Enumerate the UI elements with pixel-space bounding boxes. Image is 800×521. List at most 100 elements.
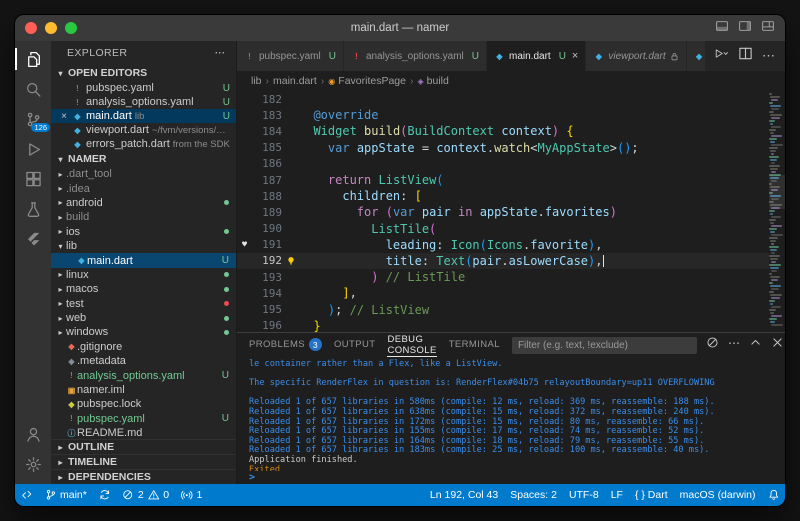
- tree-item[interactable]: !pubspec.yamlU: [51, 412, 236, 426]
- tree-item[interactable]: ◆main.dartU: [51, 253, 236, 267]
- panel-tab-debug-console[interactable]: DEBUG CONSOLE: [387, 333, 436, 357]
- close-editor-button[interactable]: ×: [59, 111, 69, 122]
- code-line-182[interactable]: 182: [237, 91, 769, 107]
- status-encoding[interactable]: UTF-8: [563, 484, 605, 506]
- code-line-193[interactable]: 193 ) // ListTile: [237, 269, 769, 285]
- activity-source-control[interactable]: 126: [15, 104, 51, 134]
- open-editor-row[interactable]: ×◆main.dartlibU: [51, 109, 236, 123]
- status-problems[interactable]: 20: [116, 484, 175, 506]
- zoom-window-button[interactable]: [65, 22, 77, 34]
- tree-item[interactable]: ▸test: [51, 297, 236, 311]
- section-outline[interactable]: ▸OUTLINE: [51, 439, 236, 454]
- activity-search[interactable]: [15, 74, 51, 104]
- code-line-192[interactable]: 192 title: Text(pair.asLowerCase),: [237, 253, 769, 269]
- views-and-more-actions-button[interactable]: ⋯: [215, 47, 227, 59]
- activity-testing[interactable]: [15, 194, 51, 224]
- activity-explorer[interactable]: [15, 44, 51, 74]
- open-editor-row[interactable]: ◆viewport.dart~/fvm/versions/stable/pack…: [51, 123, 236, 137]
- tree-item[interactable]: ▸build: [51, 210, 236, 224]
- tree-item[interactable]: ▸macos: [51, 282, 236, 296]
- breadcrumb-FavoritesPage[interactable]: ◉FavoritesPage: [328, 75, 406, 87]
- code-line-191[interactable]: ♥191 leading: Icon(Icons.favorite),: [237, 237, 769, 253]
- more-actions-button[interactable]: ⋯: [762, 48, 776, 64]
- tree-item[interactable]: ▸android: [51, 196, 236, 210]
- console-filter-input[interactable]: [512, 337, 697, 354]
- titlebar-toggle-secondary-sidebar-button[interactable]: [738, 19, 752, 38]
- activity-accounts[interactable]: [15, 419, 51, 449]
- minimize-window-button[interactable]: [45, 22, 57, 34]
- activity-run-debug[interactable]: [15, 134, 51, 164]
- tab-main.dart[interactable]: ◆main.dartU×: [487, 41, 586, 71]
- tree-item[interactable]: ◈.metadata: [51, 354, 236, 368]
- tree-item[interactable]: ▸web: [51, 311, 236, 325]
- tree-item[interactable]: ▸.idea: [51, 181, 236, 195]
- minimap[interactable]: [769, 91, 785, 332]
- project-header[interactable]: ▾ NAMER: [51, 151, 236, 167]
- code-line-188[interactable]: 188 children: [: [237, 188, 769, 204]
- panel-tab-terminal[interactable]: TERMINAL: [449, 333, 500, 357]
- debug-console-input[interactable]: >: [237, 471, 785, 484]
- code-line-186[interactable]: 186: [237, 156, 769, 172]
- tree-item[interactable]: ◆.gitignore: [51, 340, 236, 354]
- breadcrumb-build[interactable]: ◈build: [417, 75, 448, 87]
- code-line-187[interactable]: 187 return ListView(: [237, 172, 769, 188]
- run-menu-button[interactable]: [714, 46, 729, 66]
- code-line-190[interactable]: 190 ListTile(: [237, 221, 769, 237]
- status-language-mode[interactable]: { } Dart: [629, 484, 674, 506]
- section-timeline[interactable]: ▸TIMELINE: [51, 454, 236, 469]
- tree-item[interactable]: ▸.dart_tool: [51, 167, 236, 181]
- tab-errors_patch.dart[interactable]: ◆errors_patch.dart: [687, 41, 705, 71]
- code-line-196[interactable]: 196 }: [237, 318, 769, 332]
- code-line-195[interactable]: 195 ); // ListView: [237, 301, 769, 317]
- activity-extensions[interactable]: [15, 164, 51, 194]
- status-git-branch[interactable]: main*: [39, 484, 93, 506]
- status-cursor-position[interactable]: Ln 192, Col 43: [424, 484, 504, 506]
- breadcrumb-lib[interactable]: lib: [251, 75, 262, 87]
- open-editor-row[interactable]: !analysis_options.yamlU: [51, 95, 236, 109]
- tree-item[interactable]: ▣namer.iml: [51, 383, 236, 397]
- status-sync[interactable]: [93, 484, 117, 506]
- code-editor[interactable]: 182183 @override184 Widget build(BuildCo…: [237, 91, 785, 332]
- code-line-185[interactable]: 185 var appState = context.watch<MyAppSt…: [237, 140, 769, 156]
- code-line-184[interactable]: 184 Widget build(BuildContext context) {: [237, 123, 769, 139]
- tree-item[interactable]: ▸ios: [51, 225, 236, 239]
- tab-pubspec.yaml[interactable]: !pubspec.yamlU: [237, 41, 344, 71]
- split-editor-button[interactable]: [738, 46, 753, 66]
- tree-item[interactable]: ▸windows: [51, 325, 236, 339]
- title-bar[interactable]: main.dart — namer: [15, 15, 785, 41]
- breadcrumb-main.dart[interactable]: main.dart: [273, 75, 317, 87]
- activity-settings[interactable]: [15, 449, 51, 479]
- status-eol[interactable]: LF: [605, 484, 629, 506]
- close-window-button[interactable]: [25, 22, 37, 34]
- status-notifications[interactable]: [762, 484, 786, 506]
- status-platform[interactable]: macOS (darwin): [674, 484, 762, 506]
- activity-flutter[interactable]: [15, 224, 51, 254]
- titlebar-customize-layout-button[interactable]: [761, 19, 775, 38]
- code-line-194[interactable]: 194 ],: [237, 285, 769, 301]
- open-editor-row[interactable]: ◆errors_patch.dartfrom the SDK: [51, 137, 236, 151]
- panel-tab-problems[interactable]: PROBLEMS3: [249, 333, 322, 357]
- status-ports[interactable]: 1: [175, 484, 208, 506]
- close-panel-button[interactable]: [771, 336, 784, 354]
- more-actions-button[interactable]: ⋯: [728, 336, 740, 354]
- open-editor-row[interactable]: !pubspec.yamlU: [51, 81, 236, 95]
- minimap-slider[interactable]: [769, 175, 785, 209]
- panel-tab-output[interactable]: OUTPUT: [334, 333, 375, 357]
- tree-item[interactable]: !analysis_options.yamlU: [51, 368, 236, 382]
- status-remote[interactable]: [15, 484, 39, 506]
- clear-console-button[interactable]: [706, 336, 719, 354]
- tree-item[interactable]: ◆pubspec.lock: [51, 397, 236, 411]
- titlebar-toggle-panel-button[interactable]: [715, 19, 729, 38]
- status-indentation[interactable]: Spaces: 2: [504, 484, 563, 506]
- tab-viewport.dart[interactable]: ◆viewport.dart: [586, 41, 686, 71]
- tree-item[interactable]: ⓘREADME.md: [51, 426, 236, 439]
- section-dependencies[interactable]: ▸DEPENDENCIES: [51, 469, 236, 484]
- maximize-panel-button[interactable]: [749, 336, 762, 354]
- tab-analysis_options.yaml[interactable]: !analysis_options.yamlU: [344, 41, 487, 71]
- tree-item[interactable]: ▾lib: [51, 239, 236, 253]
- open-editors-header[interactable]: ▾ OPEN EDITORS: [51, 65, 236, 81]
- tree-item[interactable]: ▸linux: [51, 268, 236, 282]
- code-line-189[interactable]: 189 for (var pair in appState.favorites): [237, 204, 769, 220]
- code-line-183[interactable]: 183 @override: [237, 107, 769, 123]
- close-tab-button[interactable]: ×: [572, 50, 578, 62]
